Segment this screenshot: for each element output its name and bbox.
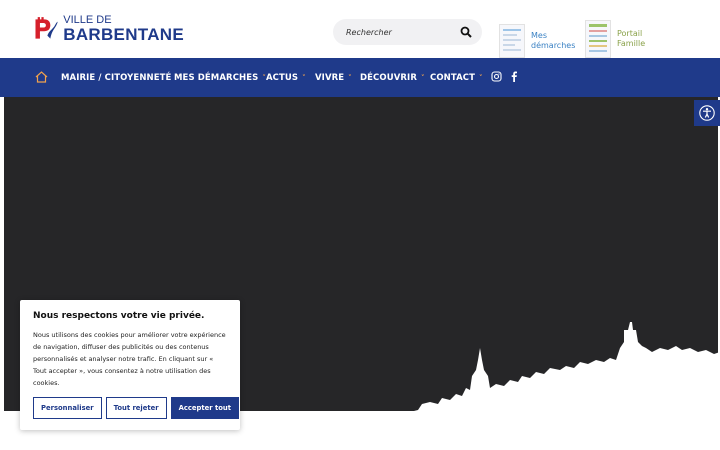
home-icon[interactable] — [35, 71, 48, 83]
demarches-thumbnail-icon — [499, 24, 525, 58]
portail-famille-thumbnail-icon — [585, 20, 611, 58]
nav-item-label: MAIRIE / CITOYENNETÉ — [61, 72, 172, 83]
cookie-banner-actions: Personnaliser Tout rejeter Accepter tout — [33, 397, 239, 419]
site-logo[interactable]: VILLE DE BARBENTANE — [34, 12, 184, 46]
village-skyline-silhouette — [410, 322, 720, 414]
customize-cookies-button[interactable]: Personnaliser — [33, 397, 102, 419]
barbentane-crest-logo — [35, 17, 58, 39]
quicklink-portail-famille[interactable]: Portail Famille — [585, 20, 645, 58]
nav-item-label: CONTACT — [430, 72, 476, 83]
instagram-icon[interactable] — [491, 71, 502, 82]
chevron-down-icon: ˅ — [348, 73, 352, 82]
nav-item-contact[interactable]: CONTACT ˅ — [430, 58, 483, 97]
cookie-banner-title: Nous respectons votre vie privée. — [33, 311, 205, 321]
nav-item-label: VIVRE — [315, 72, 345, 83]
quicklink-label-line2: Famille — [617, 39, 646, 48]
search-bar — [333, 19, 482, 45]
nav-item-label: MES DÉMARCHES — [174, 72, 259, 83]
nav-item-label: DÉCOUVRIR — [360, 72, 417, 83]
quicklink-mes-demarches[interactable]: Mes démarches — [499, 24, 575, 58]
site-header: VILLE DE BARBENTANE Mes démarches — [0, 0, 720, 58]
search-icon[interactable] — [460, 26, 472, 38]
quicklink-label-line1: Portail — [617, 29, 643, 38]
logo-line-2: BARBENTANE — [63, 25, 184, 44]
chevron-down-icon: ˅ — [302, 73, 306, 82]
nav-item-decouvrir[interactable]: DÉCOUVRIR ˅ — [360, 58, 425, 97]
nav-item-actus[interactable]: ACTUS ˅ — [266, 58, 306, 97]
nav-item-vivre[interactable]: VIVRE ˅ — [315, 58, 352, 97]
accept-all-cookies-button[interactable]: Accepter tout — [170, 397, 239, 419]
accessibility-icon — [699, 105, 715, 121]
chevron-down-icon: ˅ — [420, 73, 425, 82]
cookie-banner-text: Nous utilisons des cookies pour améliore… — [33, 331, 226, 387]
facebook-icon[interactable] — [509, 71, 520, 82]
main-navigation: MAIRIE / CITOYENNETÉ ˅ MES DÉMARCHES ˅ ACT… — [0, 58, 720, 97]
nav-item-mes-demarches[interactable]: MES DÉMARCHES ˅ — [174, 58, 266, 97]
quicklink-label-line2: démarches — [531, 41, 576, 50]
nav-item-mairie[interactable]: MAIRIE / CITOYENNETÉ ˅ — [61, 58, 179, 97]
quicklink-label-line1: Mes — [531, 31, 547, 40]
accessibility-toggle-button[interactable] — [694, 100, 720, 126]
nav-item-label: ACTUS — [266, 72, 299, 83]
chevron-down-icon: ˅ — [479, 73, 483, 82]
search-input[interactable] — [346, 27, 460, 37]
cookie-consent-banner: Nous respectons votre vie privée. Nous u… — [20, 300, 240, 430]
reject-all-cookies-button[interactable]: Tout rejeter — [105, 397, 167, 419]
